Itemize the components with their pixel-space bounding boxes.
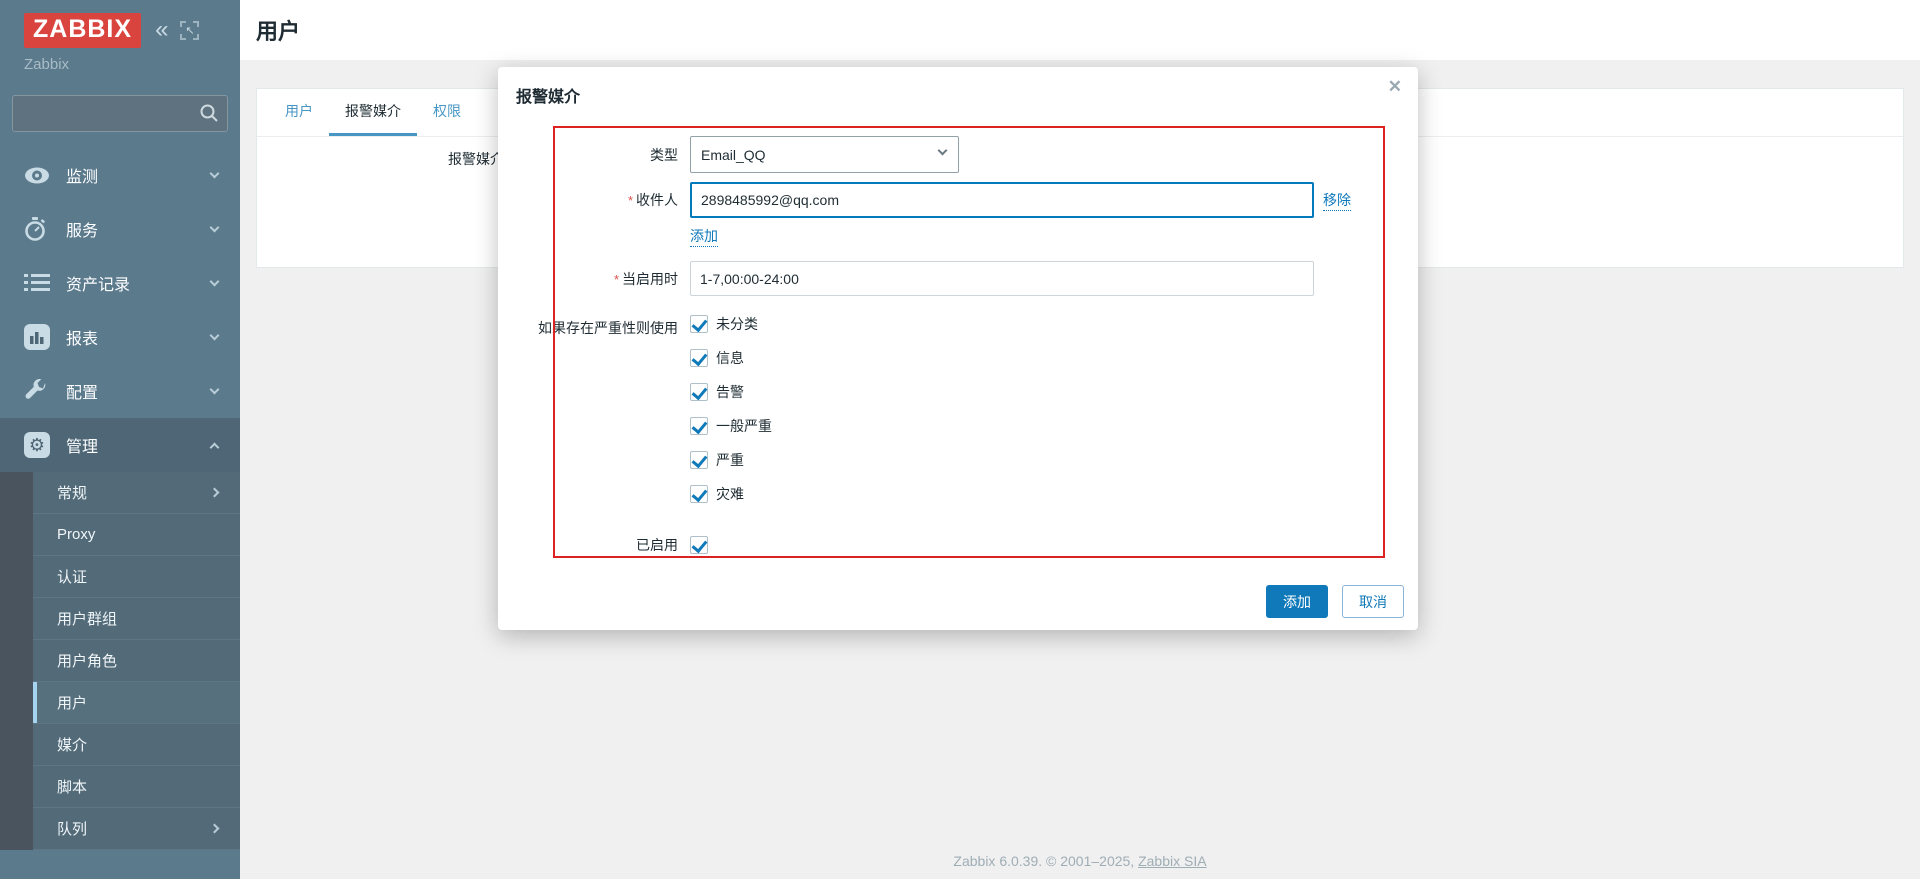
collapse-sidebar-icon[interactable]: « [155,18,168,42]
eye-icon [24,167,52,184]
submenu-item-user-groups[interactable]: 用户群组 [33,598,240,640]
wrench-icon [24,379,52,403]
dialog-title: 报警媒介 [516,83,580,107]
type-select[interactable]: Email_QQ [690,136,959,173]
list-icon [24,273,52,293]
zabbix-logo[interactable]: ZABBIX [24,13,141,48]
severity-row: 灾难 [690,484,772,504]
severity-row: 未分类 [690,314,772,334]
type-label: 类型 [498,145,678,165]
severity-label: 如果存在严重性则使用 [498,318,678,338]
chevron-down-icon [210,330,220,340]
required-asterisk: * [628,193,633,208]
sidebar-search [12,95,228,132]
severity-checkboxes: 未分类 信息 告警 一般严重 严重 灾难 [690,314,772,518]
submenu-item-media-types[interactable]: 媒介 [33,724,240,766]
severity-row: 告警 [690,382,772,402]
enabled-label: 已启用 [498,535,678,555]
fullscreen-icon[interactable]: ↖ [180,21,199,40]
required-asterisk: * [614,272,619,287]
footer-version: Zabbix 6.0.39. © 2001–2025, [953,853,1138,869]
submenu-item-user-roles[interactable]: 用户角色 [33,640,240,682]
close-icon[interactable]: ✕ [1388,77,1402,97]
chevron-right-icon [210,824,220,834]
media-dialog: 报警媒介 ✕ 类型 Email_QQ *收件人 移除 添加 *当启用时 [498,67,1418,630]
sidebar-item-reports[interactable]: 报表 [0,310,240,364]
chevron-down-icon [938,146,948,156]
gear-icon: ⚙ [24,432,52,458]
sendto-label: *收件人 [498,190,678,210]
submenu-item-proxy[interactable]: Proxy [33,514,240,556]
checkbox-not-classified[interactable] [690,315,708,333]
page-header: 用户 [240,0,1920,60]
sidebar-item-administration[interactable]: ⚙ 管理 [0,418,240,472]
checkbox-warning[interactable] [690,383,708,401]
bar-chart-icon [24,324,52,350]
chevron-down-icon [210,276,220,286]
sidebar-item-monitoring[interactable]: 监测 [0,148,240,202]
tab-media[interactable]: 报警媒介 [329,89,417,136]
sidebar-header: ZABBIX « ↖ [0,0,240,48]
checkbox-high[interactable] [690,451,708,469]
remove-link[interactable]: 移除 [1323,190,1351,211]
checkbox-average[interactable] [690,417,708,435]
submenu-item-general[interactable]: 常规 [33,472,240,514]
tab-permissions[interactable]: 权限 [417,89,477,136]
submenu-item-authentication[interactable]: 认证 [33,556,240,598]
submenu-item-queue[interactable]: 队列 [33,808,240,850]
administration-submenu: 常规 Proxy 认证 用户群组 用户角色 用户 媒介 脚本 [0,472,240,850]
cancel-button[interactable]: 取消 [1342,585,1404,618]
severity-row: 严重 [690,450,772,470]
sidebar-item-configuration[interactable]: 配置 [0,364,240,418]
checkbox-enabled[interactable] [690,536,708,554]
media-table-label: 报警媒介 [448,149,504,169]
severity-row: 一般严重 [690,416,772,436]
sidebar-item-services[interactable]: 服务 [0,202,240,256]
checkbox-information[interactable] [690,349,708,367]
active-label: *当启用时 [498,269,678,289]
sendto-input[interactable] [690,182,1314,218]
server-name: Zabbix [0,48,240,73]
footer: Zabbix 6.0.39. © 2001–2025, Zabbix SIA [240,853,1920,869]
chevron-down-icon [210,222,220,232]
chevron-down-icon [210,384,220,394]
dialog-buttons: 添加 取消 [1266,585,1404,618]
tab-user[interactable]: 用户 [269,89,329,136]
submenu-item-scripts[interactable]: 脚本 [33,766,240,808]
checkbox-disaster[interactable] [690,485,708,503]
sidebar: ZABBIX « ↖ Zabbix 监测 [0,0,240,879]
chevron-down-icon [210,168,220,178]
sidebar-item-inventory[interactable]: 资产记录 [0,256,240,310]
chevron-up-icon [210,442,220,452]
submenu-item-users[interactable]: 用户 [33,682,240,724]
search-input[interactable] [12,95,228,132]
add-button[interactable]: 添加 [1266,585,1328,618]
footer-zabbix-sia-link[interactable]: Zabbix SIA [1138,853,1206,869]
sidebar-menu: 监测 服务 资产记录 [0,148,240,850]
when-active-input[interactable] [690,261,1314,296]
add-recipient-link[interactable]: 添加 [690,226,718,247]
severity-row: 信息 [690,348,772,368]
page-title: 用户 [256,14,300,46]
stopwatch-icon [24,217,52,241]
chevron-right-icon [210,488,220,498]
search-icon[interactable] [199,103,219,123]
